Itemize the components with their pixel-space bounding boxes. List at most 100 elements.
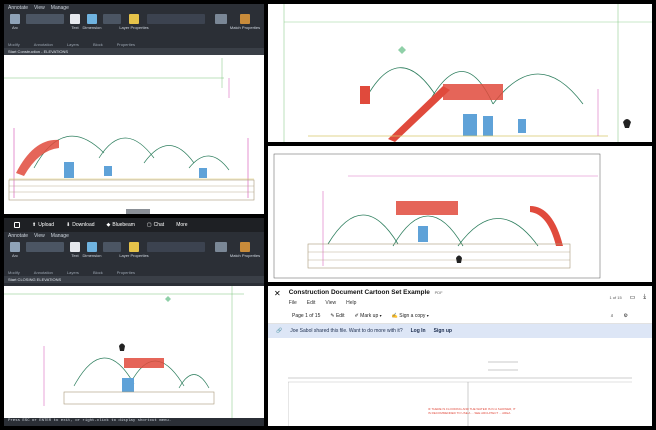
bluebeam-icon: ◆ xyxy=(106,222,111,228)
match-properties-tool-2[interactable]: Match Properties xyxy=(230,242,260,258)
match-properties-icon xyxy=(240,14,250,24)
download-icon-doc[interactable]: ⤓ xyxy=(643,294,646,301)
sign-button[interactable]: ✍ Sign a copy ▾ xyxy=(392,313,429,319)
tab-view-2[interactable]: View xyxy=(34,233,45,239)
layer-tools-2[interactable] xyxy=(146,242,206,253)
match-properties-icon-2 xyxy=(240,242,250,252)
edit-button[interactable]: ✎ Edit xyxy=(330,313,344,319)
signup-link[interactable]: Sign up xyxy=(434,328,452,334)
dimension-tool[interactable]: Dimension xyxy=(83,14,101,30)
arc-tool-2[interactable]: Arc xyxy=(8,242,22,258)
login-link[interactable]: Log In xyxy=(411,328,426,334)
group-block: Block xyxy=(92,42,103,47)
document-viewer: ✕ Construction Document Cartoon Set Exam… xyxy=(268,286,652,426)
tab-annotate[interactable]: Annotate xyxy=(8,5,28,11)
hand-cursor-icon xyxy=(623,119,631,128)
doc-page-drawing xyxy=(287,361,632,426)
layer-properties-tool[interactable]: Layer Properties xyxy=(119,14,149,30)
group-layers-2: Layers xyxy=(66,270,79,275)
ribbon-tabs-2: Annotate View Manage xyxy=(4,232,264,240)
grid-tool[interactable] xyxy=(25,14,65,25)
chevron-down-icon-2: ▾ xyxy=(426,313,429,318)
bluebeam-button[interactable]: ◆ Bluebeam xyxy=(107,222,135,228)
text-icon-2 xyxy=(70,242,80,252)
arc-icon xyxy=(10,14,20,24)
fullscreen-button[interactable] xyxy=(14,222,20,228)
comment-icon[interactable]: ▭ xyxy=(630,294,636,301)
text-tool-2[interactable]: Text xyxy=(68,242,82,258)
file-type-badge: PDF xyxy=(434,290,443,295)
menu-edit[interactable]: Edit xyxy=(307,300,316,306)
grid-tool-2[interactable] xyxy=(25,242,65,253)
block-tool-2[interactable] xyxy=(209,242,233,253)
dimension-tool-2[interactable]: Dimension xyxy=(83,242,101,258)
upload-icon: ⬆ xyxy=(32,222,37,228)
drawing-view-top-right[interactable] xyxy=(268,4,652,142)
command-line[interactable]: Press ESC or ENTER to exit, or right-cli… xyxy=(4,418,264,426)
doc-note: IF THERE IS FLOODING AND THE WATER IS IN… xyxy=(428,407,516,415)
viewer-toolbar: ⬆ Upload ⬇ Download ◆ Bluebeam ▢ Chat More xyxy=(4,218,264,232)
chat-button[interactable]: ▢ Chat xyxy=(147,222,164,228)
settings-icon[interactable]: ⚙ xyxy=(624,313,628,319)
file-tab-bar-2: Start CLOSING ELEVATIONS xyxy=(4,276,264,283)
cad-window-bottom-left: ⬆ Upload ⬇ Download ◆ Bluebeam ▢ Chat More A… xyxy=(4,218,264,426)
hand-cursor-icon-3 xyxy=(119,343,125,351)
ribbon-tools: Arc Text Dimension Layer Properties Matc… xyxy=(4,12,264,42)
tab-annotate-2[interactable]: Annotate xyxy=(8,233,28,239)
menu-help[interactable]: Help xyxy=(346,300,356,306)
share-message: Joe Sabol shared this file. Want to do m… xyxy=(290,328,403,334)
file-tab[interactable]: Start Construction - ELEVATIONS xyxy=(8,49,68,54)
file-tab-bar: Start Construction - ELEVATIONS xyxy=(4,48,264,55)
group-properties: Properties xyxy=(116,42,135,47)
arc-tool[interactable]: Arc xyxy=(8,14,22,30)
drawing-view-middle-right[interactable] xyxy=(268,146,652,282)
arc-icon-2 xyxy=(10,242,20,252)
markup-button[interactable]: ✐ Mark up ▾ xyxy=(355,313,382,319)
doc-header: ✕ Construction Document Cartoon Set Exam… xyxy=(268,286,652,309)
modify-tools-icon-2 xyxy=(26,242,64,252)
cad-drawing-area-2[interactable] xyxy=(4,286,264,418)
hand-cursor-icon-2 xyxy=(456,255,462,263)
doc-action-bar: Page 1 of 15 ✎ Edit ✐ Mark up ▾ ✍ Sign a… xyxy=(268,309,652,324)
file-tab-2[interactable]: Start CLOSING ELEVATIONS xyxy=(8,277,61,282)
dimension-icon-2 xyxy=(87,242,97,252)
ribbon-tabs: Annotate View Manage xyxy=(4,4,264,12)
group-block-2: Block xyxy=(92,270,103,275)
page-indicator: 1 of 15 xyxy=(609,295,622,300)
cad-drawing-area[interactable] xyxy=(4,58,264,214)
doc-title: Construction Document Cartoon Set Exampl… xyxy=(288,289,430,296)
text-tool[interactable]: Text xyxy=(68,14,82,30)
close-icon[interactable]: ✕ xyxy=(274,289,281,298)
elevation-drawing-right xyxy=(283,4,652,142)
layer-tools[interactable] xyxy=(146,14,206,25)
doc-page-content[interactable]: IF THERE IS FLOODING AND THE WATER IS IN… xyxy=(287,356,632,426)
page-label[interactable]: Page 1 of 15 xyxy=(292,313,320,319)
tab-manage-2[interactable]: Manage xyxy=(51,233,69,239)
download-icon: ⬇ xyxy=(66,222,71,228)
menu-view[interactable]: View xyxy=(325,300,336,306)
annotation-tools[interactable] xyxy=(102,14,122,25)
menu-file[interactable]: File xyxy=(289,300,297,306)
upload-button[interactable]: ⬆ Upload xyxy=(32,222,54,228)
group-annotation: Annotation xyxy=(33,42,53,47)
search-icon[interactable]: ⌕ xyxy=(611,313,614,319)
text-icon xyxy=(70,14,80,24)
block-tool[interactable] xyxy=(209,14,233,25)
tab-manage[interactable]: Manage xyxy=(51,5,69,11)
annotation-icon-2 xyxy=(103,242,121,252)
annotation-tools-2[interactable] xyxy=(102,242,122,253)
more-button[interactable]: More xyxy=(176,222,187,228)
group-modify: Modify xyxy=(8,42,20,47)
layers-icon xyxy=(129,14,139,24)
block-icon xyxy=(215,14,227,24)
tab-view[interactable]: View xyxy=(34,5,45,11)
cad-ribbon-2: Annotate View Manage Arc Text Dimension … xyxy=(4,232,264,283)
group-annotation-2: Annotation xyxy=(33,270,53,275)
group-modify-2: Modify xyxy=(8,270,20,275)
match-properties-tool[interactable]: Match Properties xyxy=(230,14,260,30)
doc-menu: File Edit View Help xyxy=(289,300,602,306)
layer-properties-tool-2[interactable]: Layer Properties xyxy=(119,242,149,258)
block-icon-2 xyxy=(215,242,227,252)
group-layers: Layers xyxy=(66,42,79,47)
download-button[interactable]: ⬇ Download xyxy=(66,222,94,228)
